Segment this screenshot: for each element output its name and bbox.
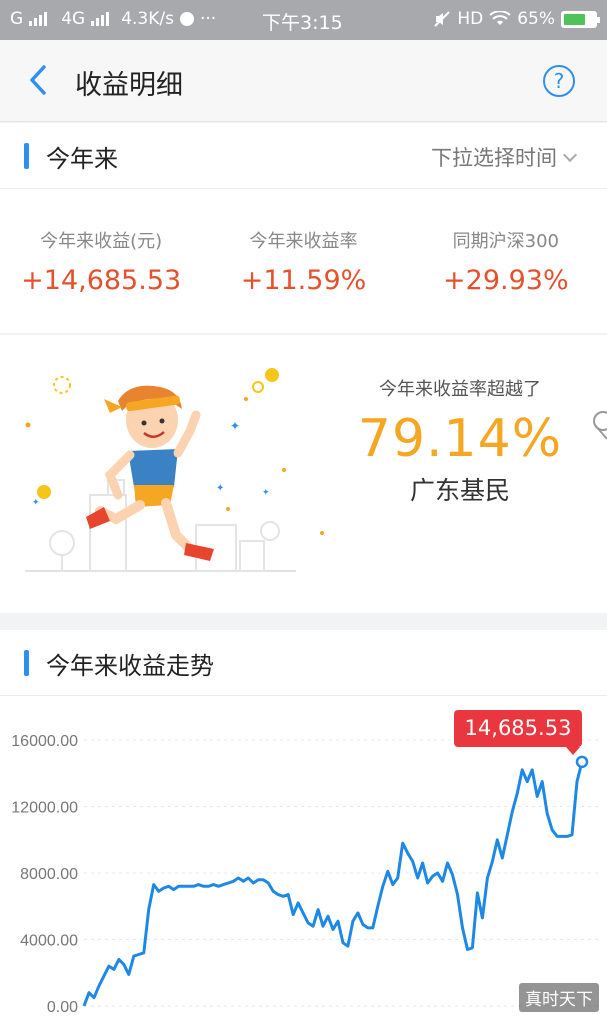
- signal-bars-icon: [91, 12, 110, 26]
- decor-coin-icon: [593, 411, 607, 440]
- y-tick-label: 4000.00: [20, 933, 78, 950]
- section-accent-bar: [24, 650, 29, 676]
- ranking-percent: 79.14%: [357, 409, 563, 469]
- chart-tooltip: 14,685.53: [454, 710, 582, 755]
- hd-label: HD: [457, 9, 484, 29]
- y-tick-label: 16000.00: [11, 733, 78, 750]
- back-arrow-icon[interactable]: [24, 62, 54, 98]
- ranking-group: 广东基民: [409, 476, 510, 505]
- chevron-down-icon: [562, 147, 578, 162]
- svg-text:✦: ✦: [32, 498, 40, 508]
- signal-label-g: G: [10, 9, 24, 29]
- signal-label-4g: 4G: [61, 9, 86, 29]
- summary-section-header: 今年来 下拉选择时间: [0, 123, 607, 189]
- stat-label: 同期沪深300: [452, 231, 559, 252]
- app-notification-icon: [179, 12, 194, 26]
- summary-stats: 今年来收益(元) +14,685.53 今年来收益率 +11.59% 同期沪深3…: [0, 223, 607, 303]
- wifi-icon: [489, 11, 511, 25]
- battery-percent: 65%: [517, 9, 555, 29]
- ranking-card: ✦ ✦ ✦ ✦ 今年来收益率超越了 79.14% 广东基民: [0, 335, 607, 613]
- summary-card: 今年来 下拉选择时间 今年来收益(元) +14,685.53 今年来收益率 +1…: [0, 123, 607, 333]
- stat-label: 今年来收益(元): [40, 231, 163, 252]
- y-tick-label: 0.00: [47, 999, 78, 1016]
- stat-label: 今年来收益率: [249, 231, 358, 252]
- status-right: HD 65%: [433, 9, 600, 29]
- runner-illustration: ✦ ✦ ✦ ✦: [25, 368, 324, 572]
- watermark: 真时天下: [519, 983, 599, 1012]
- y-tick-label: 12000.00: [11, 800, 78, 817]
- more-notifications: ···: [199, 9, 217, 29]
- trend-card: 今年来收益走势 0.00 4000.00 8000.00 12000.00 16000.…: [0, 630, 607, 1020]
- svg-text:✦: ✦: [216, 483, 224, 494]
- mute-icon: [434, 11, 451, 27]
- stat-value: +29.93%: [443, 265, 569, 296]
- stat-ytd-earnings: 今年来收益(元) +14,685.53: [0, 223, 202, 303]
- trend-section-header: 今年来收益走势: [0, 630, 607, 696]
- y-tick-label: 8000.00: [20, 866, 78, 883]
- network-speed: 4.3K/s: [121, 9, 174, 29]
- ranking-label: 今年来收益率超越了: [379, 379, 541, 400]
- svg-text:✦: ✦: [262, 488, 270, 498]
- summary-section-title: 今年来: [46, 145, 118, 173]
- time-range-label: 下拉选择时间: [431, 146, 557, 170]
- svg-text:✦: ✦: [230, 419, 240, 433]
- earnings-series-line: [82, 761, 584, 1007]
- ranking-text: 今年来收益率超越了 79.14% 广东基民: [330, 375, 590, 507]
- page-title: 收益明细: [75, 70, 183, 101]
- section-accent-bar: [24, 143, 29, 169]
- stat-value: +11.59%: [240, 265, 367, 296]
- stat-value: +14,685.53: [21, 265, 182, 296]
- time-range-selector[interactable]: 下拉选择时间: [431, 142, 578, 172]
- signal-bars-icon: [29, 12, 48, 26]
- status-left: G 4G 4.3K/s ···: [10, 9, 216, 29]
- stat-ytd-return: 今年来收益率 +11.59%: [202, 223, 404, 303]
- help-icon[interactable]: ?: [543, 65, 575, 97]
- status-time: 下午3:15: [262, 12, 343, 34]
- nav-header: 收益明细 ?: [0, 40, 607, 122]
- status-bar: G 4G 4.3K/s ··· 下午3:15 HD 65%: [0, 0, 607, 40]
- battery-icon: [561, 10, 600, 28]
- trend-section-title: 今年来收益走势: [46, 652, 214, 680]
- last-point-marker[interactable]: [575, 755, 589, 769]
- stat-csi300: 同期沪深300 +29.93%: [405, 223, 607, 303]
